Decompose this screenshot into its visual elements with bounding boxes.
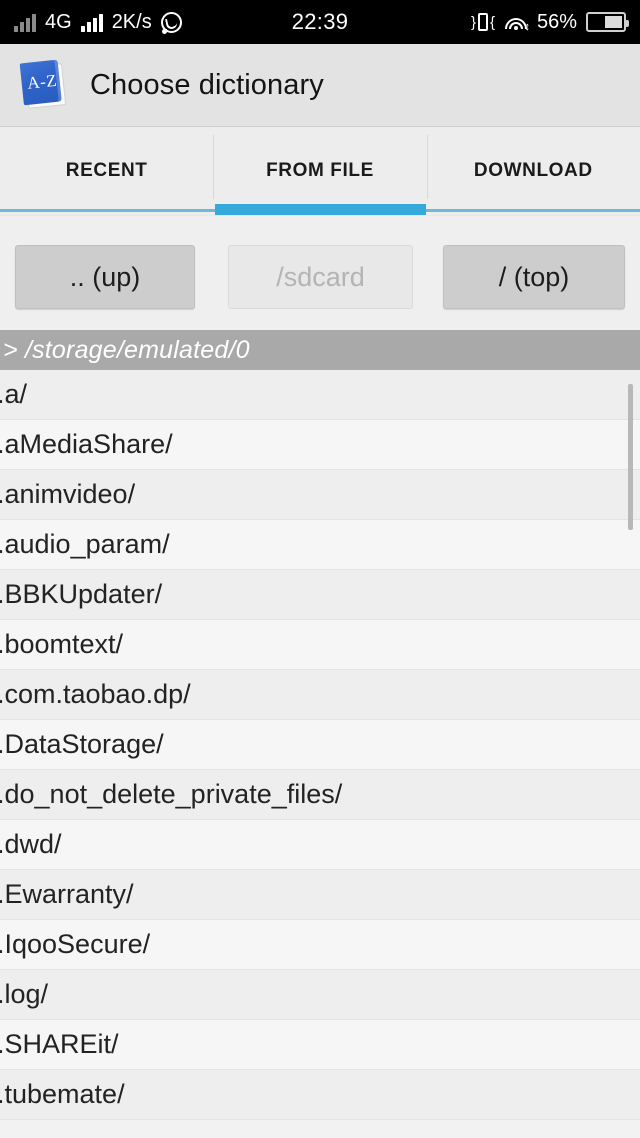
current-path-label: > /storage/emulated/0	[3, 335, 250, 364]
list-item[interactable]: .DataStorage/	[0, 720, 640, 770]
list-scrollbar[interactable]	[628, 384, 633, 530]
list-item[interactable]: .IqooSecure/	[0, 920, 640, 970]
path-navigation-bar: .. (up) /sdcard / (top)	[0, 215, 640, 330]
tab-from-file[interactable]: FROM FILE	[213, 127, 426, 215]
file-list[interactable]: .a/ .aMediaShare/ .animvideo/ .audio_par…	[0, 370, 640, 1138]
wifi-icon: ↕	[504, 12, 530, 33]
page-title: Choose dictionary	[90, 68, 324, 101]
list-item-label: .SHAREit/	[0, 1029, 119, 1059]
list-item-label: .do_not_delete_private_files/	[0, 779, 343, 809]
app-title-bar: A-Z Choose dictionary	[0, 44, 640, 127]
list-item[interactable]: .audio_param/	[0, 520, 640, 570]
current-path-bar: > /storage/emulated/0	[0, 330, 640, 370]
root-directory-button-label: / (top)	[498, 261, 570, 292]
list-item-label: .log/	[0, 979, 49, 1009]
list-item-label: .Ewarranty/	[0, 879, 134, 909]
list-item[interactable]: .BBKUpdater/	[0, 570, 640, 620]
tab-bar: RECENT FROM FILE DOWNLOAD	[0, 127, 640, 215]
list-item-label: .aMediaShare/	[0, 429, 173, 459]
list-item[interactable]: .boomtext/	[0, 620, 640, 670]
list-item[interactable]: .a/	[0, 370, 640, 420]
list-item-label: .DataStorage/	[0, 729, 164, 759]
list-item-label: .dwd/	[0, 829, 62, 859]
list-item-label: .com.taobao.dp/	[0, 679, 191, 709]
dictionary-book-icon: A-Z	[19, 59, 71, 112]
list-item[interactable]: .animvideo/	[0, 470, 640, 520]
list-item-label: .audio_param/	[0, 529, 170, 559]
list-item[interactable]: .log/	[0, 970, 640, 1020]
tab-selected-indicator	[215, 204, 426, 215]
battery-icon	[586, 12, 629, 32]
list-item[interactable]: .dwd/	[0, 820, 640, 870]
list-item[interactable]: .SHAREit/	[0, 1020, 640, 1070]
list-item-label: .a/	[0, 379, 28, 409]
dictionary-book-icon-label: A-Z	[26, 70, 58, 93]
sdcard-button[interactable]: /sdcard	[228, 245, 413, 309]
tab-recent[interactable]: RECENT	[0, 127, 213, 215]
list-item-label: .IqooSecure/	[0, 929, 151, 959]
tab-download-label: DOWNLOAD	[473, 160, 593, 181]
list-item[interactable]: .tubemate/	[0, 1070, 640, 1120]
battery-percent-label: 56%	[536, 10, 577, 33]
root-directory-button[interactable]: / (top)	[443, 245, 625, 309]
list-item-label: .animvideo/	[0, 479, 136, 509]
list-item-label: .BBKUpdater/	[0, 579, 163, 609]
tab-from-file-label: FROM FILE	[266, 160, 374, 181]
list-item[interactable]: .Ewarranty/	[0, 870, 640, 920]
up-directory-button-label: .. (up)	[69, 261, 141, 292]
vibrate-icon: }{	[470, 13, 495, 31]
list-item[interactable]: .aMediaShare/	[0, 420, 640, 470]
list-item-label: .tubemate/	[0, 1079, 125, 1109]
status-bar-right: }{ ↕ 56%	[470, 10, 629, 34]
list-item[interactable]: .do_not_delete_private_files/	[0, 770, 640, 820]
tab-recent-label: RECENT	[65, 160, 148, 181]
status-bar: 4G 2K/s 22:39 }{ ↕ 56%	[0, 0, 640, 44]
list-item[interactable]: .com.taobao.dp/	[0, 670, 640, 720]
list-item-label: .boomtext/	[0, 629, 124, 659]
tab-download[interactable]: DOWNLOAD	[426, 127, 640, 215]
sdcard-button-label: /sdcard	[276, 261, 365, 292]
up-directory-button[interactable]: .. (up)	[15, 245, 195, 309]
